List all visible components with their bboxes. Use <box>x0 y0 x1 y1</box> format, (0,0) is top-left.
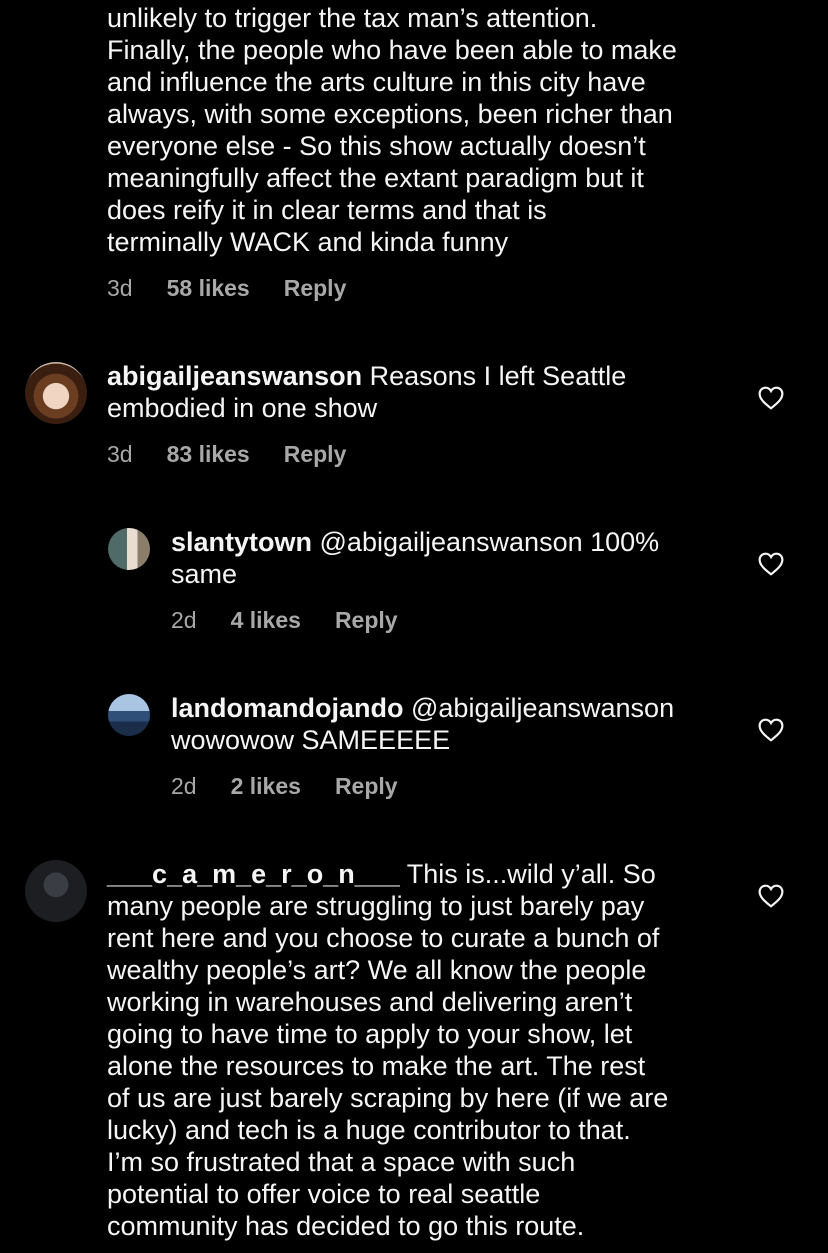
comment-likes[interactable]: 83 likes <box>167 440 250 468</box>
avatar[interactable] <box>25 362 87 424</box>
comment-time: 3d <box>107 441 133 467</box>
heart-outline-icon[interactable] <box>758 884 784 908</box>
reply-button[interactable]: Reply <box>284 440 347 468</box>
reply-button[interactable]: Reply <box>335 606 398 634</box>
comment-likes[interactable]: 2 likes <box>231 772 301 800</box>
comment-body: abigailjeanswanson Reasons I left Seattl… <box>107 360 747 424</box>
comment-meta: 2d 4 likes Reply <box>171 606 398 634</box>
comment-likes[interactable]: 4 likes <box>231 606 301 634</box>
comment-text: This is...wild y’all. So many people are… <box>107 859 669 1241</box>
heart-outline-icon[interactable] <box>758 552 784 576</box>
avatar[interactable] <box>108 694 150 736</box>
comment-meta: 3d 83 likes Reply <box>107 440 346 468</box>
heart-outline-icon[interactable] <box>758 718 784 742</box>
comment-time: 2d <box>171 773 197 799</box>
comment-time: 3d <box>107 275 133 301</box>
reply-button[interactable]: Reply <box>284 274 347 302</box>
comment-username[interactable]: abigailjeanswanson <box>107 361 362 391</box>
comment-username[interactable]: ___c_a_m_e_r_o_n___ <box>107 859 400 889</box>
comment-meta: 3d 58 likes Reply <box>107 274 346 302</box>
avatar[interactable] <box>25 860 87 922</box>
comment-username[interactable]: landomandojando <box>171 693 404 723</box>
heart-outline-icon[interactable] <box>758 386 784 410</box>
comment-username[interactable]: slantytown <box>171 527 312 557</box>
comment-time: 2d <box>171 607 197 633</box>
reply-button[interactable]: Reply <box>335 772 398 800</box>
comment-meta: 2d 2 likes Reply <box>171 772 398 800</box>
comment-body: slantytown @abigailjeanswanson 100% same <box>171 526 731 590</box>
comment-body: landomandojando @abigailjeanswanson wowo… <box>171 692 731 756</box>
avatar[interactable] <box>108 528 150 570</box>
comment-text: unlikely to trigger the tax man’s attent… <box>107 3 677 257</box>
comment-body: ___c_a_m_e_r_o_n___ This is...wild y’all… <box>107 858 747 1242</box>
comment-likes[interactable]: 58 likes <box>167 274 250 302</box>
